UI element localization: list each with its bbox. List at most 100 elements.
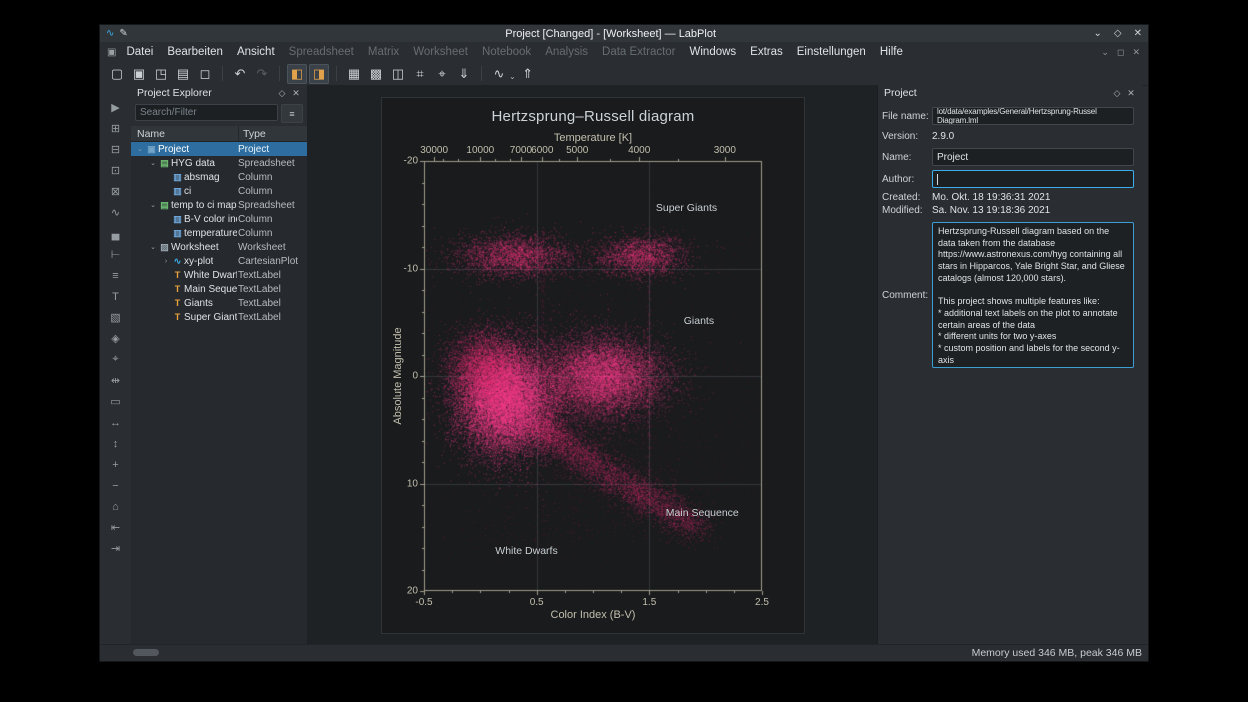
field-input-author[interactable]	[932, 170, 1134, 188]
add-xy-curve-icon[interactable]: ∿	[106, 204, 126, 221]
zoom-out-icon[interactable]: −	[106, 477, 126, 494]
app-icon[interactable]: ∿	[106, 29, 114, 39]
comment-textarea[interactable]: Hertzsprung-Russell diagram based on the…	[932, 222, 1134, 368]
zoom-fit-icon[interactable]: ⌂	[106, 498, 126, 515]
menu-datei[interactable]: Datei	[119, 44, 160, 60]
toggle-properties-explorer-icon[interactable]: ◨	[309, 64, 329, 84]
zoom-select-mode-icon[interactable]: ▭	[106, 393, 126, 410]
status-slider[interactable]	[133, 649, 159, 656]
tree-row-project[interactable]: ⌄▣ProjectProject	[131, 142, 307, 156]
print-preview-icon[interactable]: ◻	[195, 64, 215, 84]
select-mode-icon[interactable]: ⌖	[106, 351, 126, 368]
expander-icon[interactable]: ⌄	[148, 159, 158, 167]
tree-row-b-v-color-index[interactable]: ▥B-V color indexColumn	[131, 212, 307, 226]
search-input[interactable]	[135, 104, 278, 121]
plot-annotation-super-giants[interactable]: Super Giants	[656, 202, 717, 214]
plot-annotation-main-sequence[interactable]: Main Sequence	[666, 507, 739, 519]
tree-row-worksheet[interactable]: ⌄▨WorksheetWorksheet	[131, 240, 307, 254]
add-text-label-icon[interactable]: T	[106, 288, 126, 305]
new-datapicker-icon[interactable]: ⌖	[432, 64, 452, 84]
shift-left-icon[interactable]: ⇤	[106, 519, 126, 536]
close-panel-icon[interactable]: ✕	[289, 88, 303, 99]
expander-icon[interactable]: ⌄	[148, 243, 158, 251]
toggle-project-explorer-icon[interactable]: ◧	[287, 64, 307, 84]
new-plot-dropdown-arrow[interactable]: ⌄	[509, 72, 516, 81]
hr-diagram-plot[interactable]	[414, 151, 772, 601]
column-header-type[interactable]: Type	[239, 128, 307, 140]
tree-row-white-dwarfs[interactable]: TWhite DwarfsTextLabel	[131, 268, 307, 282]
new-notebook-icon[interactable]: ⌗	[410, 64, 430, 84]
worksheet-page[interactable]: Hertzsprung–Russell diagram Temperature …	[381, 97, 805, 634]
pan-mode-icon[interactable]: ⇹	[106, 372, 126, 389]
menu-ansicht[interactable]: Ansicht	[230, 44, 282, 60]
save-project-icon[interactable]: ◳	[151, 64, 171, 84]
tree-row-super-giants[interactable]: TSuper GiantsTextLabel	[131, 310, 307, 324]
child-close-icon[interactable]: ✕	[1132, 47, 1140, 58]
add-info-element-icon[interactable]: ◈	[106, 330, 126, 347]
add-histogram-icon[interactable]: ▄	[106, 225, 126, 242]
add-plot-centered-icon[interactable]: ⊠	[106, 183, 126, 200]
menu-einstellungen[interactable]: Einstellungen	[790, 44, 873, 60]
new-worksheet-icon[interactable]: ◫	[388, 64, 408, 84]
menu-extras[interactable]: Extras	[743, 44, 790, 60]
tree-row-main-sequence[interactable]: TMain SequenceTextLabel	[131, 282, 307, 296]
top-tick-label: 5000	[566, 145, 588, 156]
close-button[interactable]: ✕	[1134, 28, 1142, 39]
pencil-icon[interactable]: ✎	[119, 29, 127, 39]
worksheet-view[interactable]: Hertzsprung–Russell diagram Temperature …	[307, 85, 878, 645]
add-plot-four-axes-icon[interactable]: ⊞	[106, 120, 126, 137]
import-data-icon[interactable]: ⇓	[454, 64, 474, 84]
tree-row-giants[interactable]: TGiantsTextLabel	[131, 296, 307, 310]
close-panel-icon[interactable]: ✕	[1124, 88, 1138, 99]
field-input-name[interactable]: Project	[932, 148, 1134, 166]
expander-icon[interactable]: ⌄	[148, 201, 158, 209]
tree-row-hyg-data[interactable]: ⌄▤HYG dataSpreadsheet	[131, 156, 307, 170]
plot-title[interactable]: Hertzsprung–Russell diagram	[424, 108, 762, 125]
add-legend-icon[interactable]: ≡	[106, 267, 126, 284]
column-header-name[interactable]: Name	[131, 126, 239, 141]
presenter-mode-icon[interactable]: ▶	[106, 99, 126, 116]
plot-annotation-white-dwarfs[interactable]: White Dwarfs	[495, 545, 557, 557]
undo-icon[interactable]: ↶	[230, 64, 250, 84]
tree-row-temperature[interactable]: ▥temperatureColumn	[131, 226, 307, 240]
worksheet-toolbar: ▶ ⊞ ⊟ ⊡ ⊠ ∿ ▄ ⊢ ≡ T ▧ ◈ ⌖ ⇹ ▭ ↔ ↕ + − ⌂ ⇤ ⇥	[100, 85, 132, 645]
tree-column-header[interactable]: Name Type	[131, 126, 307, 142]
expander-icon[interactable]: ›	[161, 258, 171, 265]
main-area: ▶⊞⊟⊡⊠∿▄⊢≡T▧◈⌖⇹▭↔↕+−⌂⇤⇥ Project Explorer …	[100, 85, 1148, 645]
export-icon[interactable]: ⇑	[518, 64, 538, 84]
titlebar[interactable]: ∿✎ Project [Changed] - [Worksheet] — Lab…	[100, 25, 1148, 42]
menu-windows[interactable]: Windows	[683, 44, 744, 60]
minimize-button[interactable]: ⌄	[1094, 28, 1102, 39]
new-matrix-icon[interactable]: ▩	[366, 64, 386, 84]
add-axis-icon[interactable]: ⊢	[106, 246, 126, 263]
float-panel-icon[interactable]: ◇	[1110, 88, 1124, 99]
new-plot-icon[interactable]: ∿	[489, 64, 509, 84]
child-restore-icon[interactable]: ◻	[1117, 47, 1124, 58]
child-minimize-icon[interactable]: ⌄	[1101, 47, 1109, 58]
add-plot-box-icon[interactable]: ⊡	[106, 162, 126, 179]
float-panel-icon[interactable]: ◇	[275, 88, 289, 99]
plot-annotation-giants[interactable]: Giants	[684, 315, 714, 327]
print-icon[interactable]: ▤	[173, 64, 193, 84]
open-project-icon[interactable]: ▣	[129, 64, 149, 84]
zoom-y-mode-icon[interactable]: ↕	[106, 435, 126, 452]
maximize-button[interactable]: ◇	[1114, 28, 1122, 39]
new-spreadsheet-icon[interactable]: ▦	[344, 64, 364, 84]
zoom-in-icon[interactable]: +	[106, 456, 126, 473]
tree-row-absmag[interactable]: ▥absmagColumn	[131, 170, 307, 184]
tree-row-xy-plot[interactable]: ›∿xy-plotCartesianPlot	[131, 254, 307, 268]
filter-options-button[interactable]: ≡	[281, 104, 303, 123]
field-input-text: Project	[937, 152, 968, 163]
column-icon: ▥	[171, 228, 184, 239]
new-project-icon[interactable]: ▢	[107, 64, 127, 84]
add-plot-two-axes-icon[interactable]: ⊟	[106, 141, 126, 158]
shift-right-icon[interactable]: ⇥	[106, 540, 126, 557]
field-input-file-name[interactable]: lot/data/examples/General/Hertzsprung-Ru…	[932, 107, 1134, 125]
zoom-x-mode-icon[interactable]: ↔	[106, 414, 126, 431]
tree-row-ci[interactable]: ▥ciColumn	[131, 184, 307, 198]
add-image-icon[interactable]: ▧	[106, 309, 126, 326]
menu-hilfe[interactable]: Hilfe	[873, 44, 910, 60]
expander-icon[interactable]: ⌄	[135, 145, 145, 153]
menu-bearbeiten[interactable]: Bearbeiten	[160, 44, 230, 60]
tree-row-temp-to-ci-mapping[interactable]: ⌄▤temp to ci mappingSpreadsheet	[131, 198, 307, 212]
